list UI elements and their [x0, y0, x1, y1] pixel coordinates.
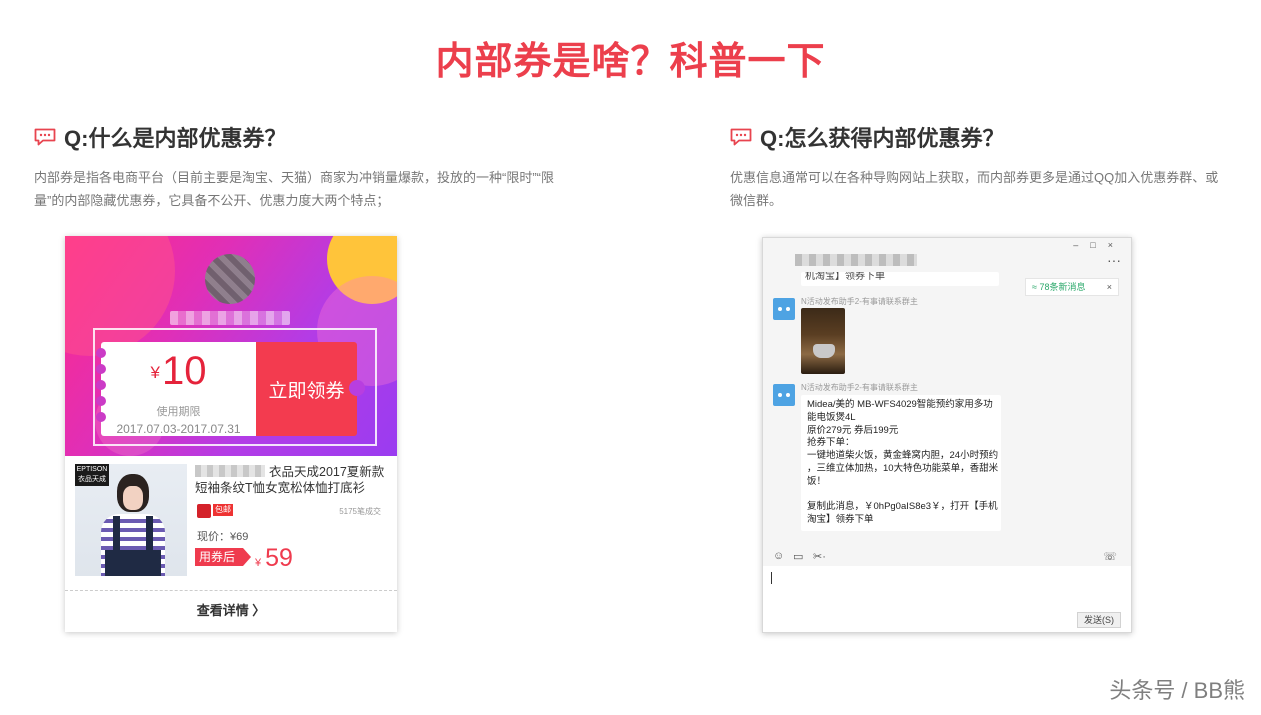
message-line: 一键地道柴火饭，黄金蜂窝内胆，24小时预约 — [807, 450, 999, 462]
question-title: Q:怎么获得内部优惠券？ — [760, 126, 1005, 151]
after-coupon-price: ¥59 — [255, 544, 293, 572]
message-line — [807, 489, 995, 502]
description-line: 量”的内部隐藏优惠券，它具备不公开、优惠力度大两个特点； — [34, 193, 390, 208]
question-heading: Q:什么是内部优惠券？ — [34, 122, 634, 152]
after-coupon-tag: 用券后 — [195, 548, 252, 566]
close-icon[interactable]: × — [1107, 279, 1112, 295]
coupon-amount: ¥10 — [150, 349, 207, 393]
coupon-ticket[interactable]: ¥10 使用期限 2017.07.03-2017.07.31 立即领券 — [96, 342, 365, 436]
brand-logo: EPTISON 衣品天成 — [75, 464, 109, 486]
shop-avatar-blurred — [205, 254, 255, 304]
tmall-icon — [197, 504, 211, 518]
current-price: 现价：¥69 — [197, 531, 249, 543]
view-details-link[interactable]: 查看详情 〉 — [65, 600, 397, 619]
folder-icon[interactable]: ▭ — [793, 550, 803, 563]
message-line: 抢券下单： — [807, 437, 855, 449]
coupon-banner: ¥10 使用期限 2017.07.03-2017.07.31 立即领券 — [65, 236, 397, 456]
validity-label: 使用期限 — [156, 406, 201, 418]
sold-count: 5175笔成交 — [339, 507, 381, 516]
tmall-row: 包邮 5175笔成交 — [197, 504, 381, 520]
emoji-icon[interactable]: ☺ — [773, 550, 784, 562]
chat-toolbar: ☺ ▭ ✂· ☏ — [771, 550, 1121, 566]
message-line: 原价279元 券后199元 — [807, 424, 899, 436]
question-description: 优惠信息通常可以在各种导购网站上获取，而内部券更多是通过QQ加入优惠券群、或 微… — [730, 166, 1260, 212]
divider — [65, 590, 397, 591]
message-input[interactable]: 发送(S) — [763, 566, 1131, 632]
scissors-icon[interactable]: ✂· — [813, 550, 826, 563]
claim-coupon-button[interactable]: 立即领券 — [256, 342, 365, 436]
bot-avatar[interactable] — [773, 384, 795, 406]
chat-title-blurred — [795, 254, 917, 266]
message-line: 能电饭煲4L — [807, 411, 856, 423]
free-shipping-tag: 包邮 — [213, 504, 233, 516]
sender-name: N活动发布助手2-有事请联系群主 — [801, 297, 918, 306]
coupon-message-bubble: Midea/美的 MB-WFS4029智能预约家用多功 能电饭煲4L 原价279… — [801, 395, 1001, 531]
product-image-message[interactable] — [801, 308, 845, 374]
message-line: 饭！ — [807, 475, 827, 487]
description-line: 微信群。 — [730, 193, 783, 208]
window-controls[interactable]: –□× — [1073, 240, 1125, 250]
chat-bubble-icon — [34, 128, 56, 146]
message-line: Midea/美的 MB-WFS4029智能预约家用多功 — [807, 399, 993, 410]
question-description: 内部券是指各电商平台（目前主要是淘宝、天猫）商家为冲销量爆款，投放的一种“限时”… — [34, 166, 634, 212]
text-caret — [771, 572, 772, 584]
message-line: ，三维立体加热，10大特色功能菜单，香甜米 — [807, 462, 999, 474]
product-image[interactable]: EPTISON 衣品天成 — [75, 464, 187, 576]
watermark: 头条号 / BB熊 — [1109, 678, 1245, 703]
send-button[interactable]: 发送(S) — [1077, 612, 1121, 628]
question-title: Q:什么是内部优惠券？ — [64, 126, 287, 151]
validity-dates: 2017.07.03-2017.07.31 — [116, 422, 241, 436]
section-what-is-coupon: Q:什么是内部优惠券？ 内部券是指各电商平台（目前主要是淘宝、天猫）商家为冲销量… — [34, 122, 634, 212]
coupon-value-area: ¥10 使用期限 2017.07.03-2017.07.31 — [96, 342, 256, 436]
new-messages-badge[interactable]: ≈ 78条新消息 × — [1025, 278, 1119, 296]
after-coupon-price-row: 用券后 ¥59 — [195, 544, 385, 574]
qq-chat-window: –□× ··· 机淘宝】领券下单 ≈ 78条新消息 × N活动发布助手2-有事请… — [762, 237, 1132, 633]
product-info: EPTISON 衣品天成 衣品天成2017夏新款短袖条纹T恤女宽松体恤打底衫 包… — [65, 456, 397, 632]
shop-name-blurred — [170, 311, 290, 325]
phone-icon[interactable]: ☏ — [1103, 550, 1117, 563]
coupon-card: ¥10 使用期限 2017.07.03-2017.07.31 立即领券 EPTI… — [65, 236, 397, 632]
sender-name: N活动发布助手2-有事请联系群主 — [801, 383, 918, 392]
blurred-text — [195, 465, 265, 477]
section-how-to-get-coupon: Q:怎么获得内部优惠券？ 优惠信息通常可以在各种导购网站上获取，而内部券更多是通… — [730, 122, 1260, 212]
message-line: 复制此消息，￥0hPg0aIS8e3￥，打开【手机 — [807, 501, 998, 513]
bot-avatar[interactable] — [773, 298, 795, 320]
product-name[interactable]: 衣品天成2017夏新款短袖条纹T恤女宽松体恤打底衫 — [195, 464, 385, 496]
page-title: 内部券是啥？科普一下 — [435, 41, 826, 83]
question-heading: Q:怎么获得内部优惠券？ — [730, 122, 1260, 152]
more-icon[interactable]: ··· — [1107, 252, 1121, 268]
description-line: 内部券是指各电商平台（目前主要是淘宝、天猫）商家为冲销量爆款，投放的一种“限时”… — [34, 170, 554, 185]
chat-bubble-icon — [730, 128, 752, 146]
previous-message: 机淘宝】领券下单 — [801, 272, 999, 286]
message-line: 淘宝】领券下单 — [807, 514, 874, 526]
claim-coupon-label: 立即领券 — [268, 380, 345, 402]
description-line: 优惠信息通常可以在各种导购网站上获取，而内部券更多是通过QQ加入优惠券群、或 — [730, 170, 1219, 185]
